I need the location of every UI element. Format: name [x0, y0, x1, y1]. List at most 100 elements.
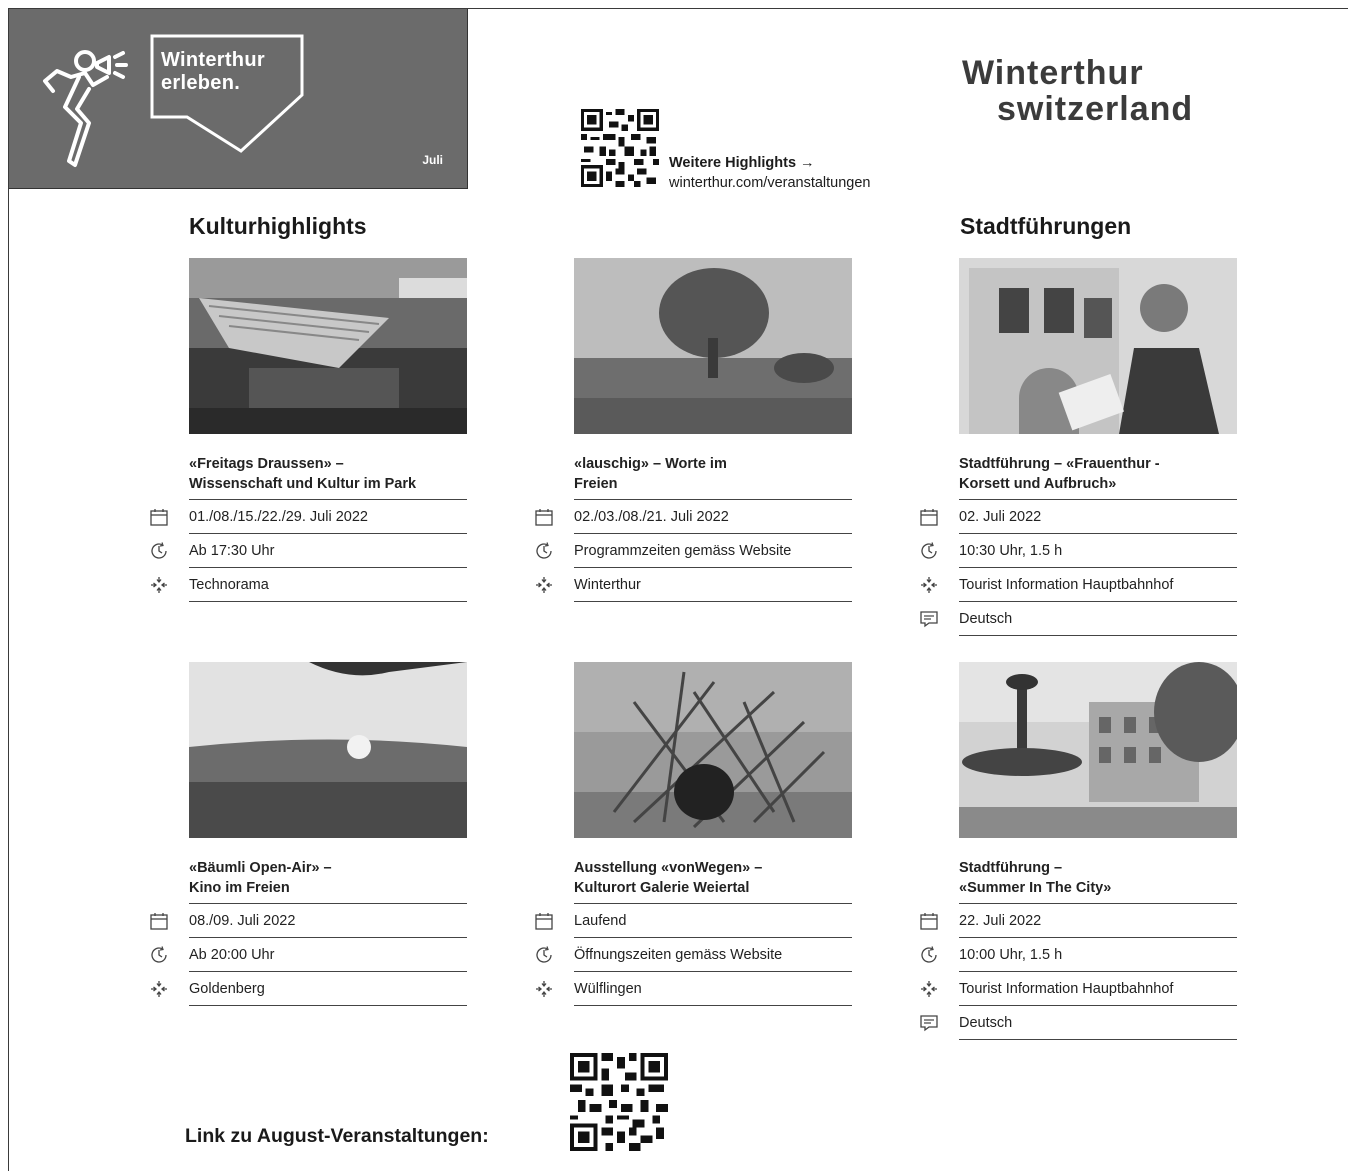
location-icon: [919, 575, 939, 595]
calendar-icon: [149, 507, 169, 527]
calendar-icon: [149, 911, 169, 931]
event-time: Ab 20:00 Uhr: [189, 946, 275, 963]
event-photo-fountain: [959, 662, 1237, 838]
banner-title: Winterthur erleben.: [161, 49, 265, 95]
event-language-row: Deutsch: [959, 602, 1237, 636]
event-title-line2: Korsett und Aufbruch»: [959, 476, 1117, 492]
event-title[interactable]: «lauschig» – Worte im Freien: [574, 454, 852, 500]
event-language-row: Deutsch: [959, 1006, 1237, 1040]
calendar-icon: [919, 507, 939, 527]
event-place: Wülflingen: [574, 980, 642, 997]
event-title[interactable]: «Freitags Draussen» – Wissenschaft und K…: [189, 454, 467, 500]
event-date: 01./08./15./22./29. Juli 2022: [189, 508, 368, 525]
location-icon: [919, 979, 939, 999]
event-time: Öffnungszeiten gemäss Website: [574, 946, 783, 963]
banner-title-line2: erleben.: [161, 72, 241, 94]
event-date: 08./09. Juli 2022: [189, 912, 296, 929]
header-banner: Winterthur erleben. Juli: [9, 9, 468, 189]
event-title-line2: Freien: [574, 476, 618, 492]
event-time-row: Programmzeiten gemäss Website: [574, 534, 852, 568]
clock-icon: [534, 945, 554, 965]
event-title-line2: «Summer In The City»: [959, 880, 1112, 896]
speech-bubble-icon: [919, 609, 939, 629]
event-date-row: 08./09. Juli 2022: [189, 904, 467, 938]
event-place-row: Wülflingen: [574, 972, 852, 1006]
location-icon: [149, 575, 169, 595]
event-place: Goldenberg: [189, 980, 265, 997]
event-time-row: Ab 20:00 Uhr: [189, 938, 467, 972]
location-icon: [534, 979, 554, 999]
event-time-row: 10:00 Uhr, 1.5 h: [959, 938, 1237, 972]
event-language: Deutsch: [959, 610, 1013, 627]
august-events-link[interactable]: Link zu August-Veranstaltungen:: [185, 1125, 489, 1148]
event-place: Tourist Information Hauptbahnhof: [959, 980, 1174, 997]
event-place: Tourist Information Hauptbahnhof: [959, 576, 1174, 593]
event-time-row: Ab 17:30 Uhr: [189, 534, 467, 568]
event-title[interactable]: Stadtführung – «Frauenthur - Korsett und…: [959, 454, 1237, 500]
clock-icon: [149, 541, 169, 561]
event-card-vonwegen[interactable]: Ausstellung «vonWegen» – Kulturort Galer…: [574, 662, 852, 1006]
event-place-row: Tourist Information Hauptbahnhof: [959, 568, 1237, 602]
event-card-frauenthur[interactable]: Stadtführung – «Frauenthur - Korsett und…: [959, 258, 1237, 636]
event-language: Deutsch: [959, 1014, 1013, 1031]
clock-icon: [534, 541, 554, 561]
event-place-row: Technorama: [189, 568, 467, 602]
event-date-row: Laufend: [574, 904, 852, 938]
event-photo-technorama: [189, 258, 467, 434]
event-card-lauschig[interactable]: «lauschig» – Worte im Freien 02./03./08.…: [574, 258, 852, 602]
event-title[interactable]: Stadtführung – «Summer In The City»: [959, 858, 1237, 904]
logo-line2: switzerland: [997, 90, 1194, 128]
event-title-line1: «lauschig» – Worte im: [574, 456, 727, 472]
event-place: Winterthur: [574, 576, 641, 593]
location-icon: [534, 575, 554, 595]
highlights-link-label: Weitere Highlights →: [669, 155, 815, 171]
event-title[interactable]: Ausstellung «vonWegen» – Kulturort Galer…: [574, 858, 852, 904]
logo-line1: Winterthur: [962, 54, 1144, 92]
event-title-line2: Wissenschaft und Kultur im Park: [189, 476, 417, 492]
clock-icon: [919, 945, 939, 965]
event-title-line2: Kulturort Galerie Weiertal: [574, 880, 750, 896]
clock-icon: [149, 945, 169, 965]
winterthur-logo: Winterthur switzerland: [962, 55, 1193, 127]
event-date: 02. Juli 2022: [959, 508, 1042, 525]
location-icon: [149, 979, 169, 999]
event-date: 22. Juli 2022: [959, 912, 1042, 929]
event-time: Ab 17:30 Uhr: [189, 542, 275, 559]
event-time-row: Öffnungszeiten gemäss Website: [574, 938, 852, 972]
event-time-row: 10:30 Uhr, 1.5 h: [959, 534, 1237, 568]
speech-bubble-icon: [919, 1013, 939, 1033]
event-card-freitags-draussen[interactable]: «Freitags Draussen» – Wissenschaft und K…: [189, 258, 467, 602]
event-title-line1: Ausstellung «vonWegen» –: [574, 860, 763, 876]
clock-icon: [919, 541, 939, 561]
event-title[interactable]: «Bäumli Open-Air» – Kino im Freien: [189, 858, 467, 904]
event-title-line1: Stadtführung –: [959, 860, 1063, 876]
shouting-person-icon: [43, 50, 128, 167]
qr-code-highlights[interactable]: [581, 109, 659, 187]
event-place: Technorama: [189, 576, 269, 593]
event-card-baeumli-open-air[interactable]: «Bäumli Open-Air» – Kino im Freien 08./0…: [189, 662, 467, 1006]
event-date: 02./03./08./21. Juli 2022: [574, 508, 729, 525]
event-date: Laufend: [574, 912, 627, 929]
event-card-summer-in-the-city[interactable]: Stadtführung – «Summer In The City» 22. …: [959, 662, 1237, 1040]
event-place-row: Goldenberg: [189, 972, 467, 1006]
event-title-line2: Kino im Freien: [189, 880, 290, 896]
section-title-stadtfuehrungen: Stadtführungen: [960, 213, 1132, 239]
event-photo-goldenberg: [189, 662, 467, 838]
event-photo-tree: [574, 258, 852, 434]
event-photo-sculpture: [574, 662, 852, 838]
event-date-row: 01./08./15./22./29. Juli 2022: [189, 500, 467, 534]
event-date-row: 02. Juli 2022: [959, 500, 1237, 534]
event-place-row: Winterthur: [574, 568, 852, 602]
highlights-link[interactable]: Weitere Highlights → winterthur.com/vera…: [669, 153, 871, 193]
event-photo-guide: [959, 258, 1237, 434]
event-time: 10:00 Uhr, 1.5 h: [959, 946, 1063, 963]
event-date-row: 22. Juli 2022: [959, 904, 1237, 938]
event-title-line1: «Freitags Draussen» –: [189, 456, 344, 472]
qr-code-august[interactable]: [570, 1053, 668, 1151]
section-title-kultur: Kulturhighlights: [189, 213, 367, 239]
highlights-link-url[interactable]: winterthur.com/veranstaltungen: [669, 173, 871, 193]
event-time: 10:30 Uhr, 1.5 h: [959, 542, 1063, 559]
event-date-row: 02./03./08./21. Juli 2022: [574, 500, 852, 534]
calendar-icon: [919, 911, 939, 931]
banner-month: Juli: [422, 153, 443, 167]
